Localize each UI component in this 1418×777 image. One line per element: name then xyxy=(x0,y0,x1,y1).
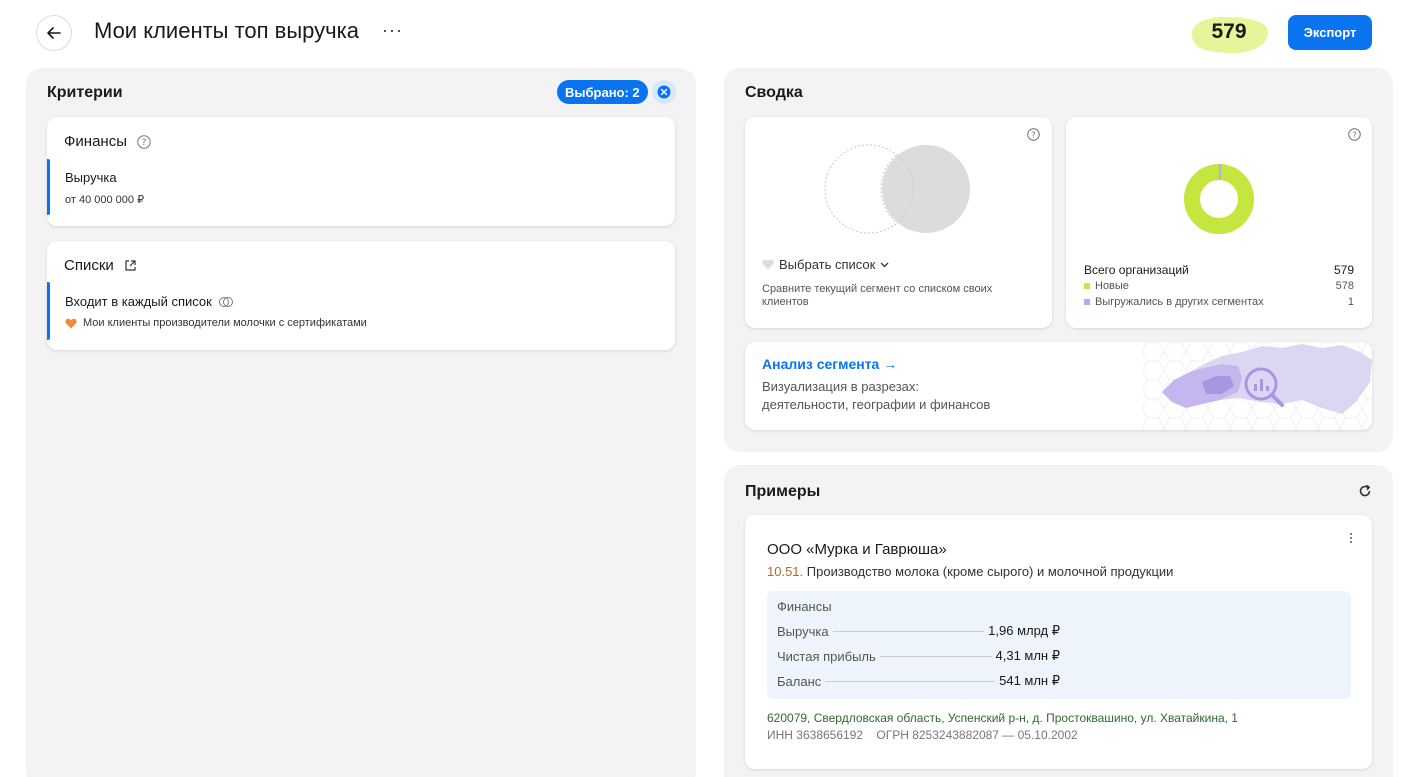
company-card[interactable]: ООО «Мурка и Гаврюша» 10.51. Производств… xyxy=(745,515,1372,769)
criterion-accent-bar xyxy=(47,282,50,340)
criterion-lists-value-text: Мои клиенты производители молочки с серт… xyxy=(83,317,367,329)
help-icon[interactable]: ? xyxy=(1348,128,1361,141)
segment-analysis-line2: деятельности, географии и финансов xyxy=(762,397,991,412)
legend-row-total: Всего организаций 579 xyxy=(1084,263,1354,277)
finance-row-value: 4,31 млн ₽ xyxy=(995,648,1061,663)
finance-row-balance: Баланс 541 млн ₽ xyxy=(777,673,1060,689)
chevron-down-icon xyxy=(880,262,889,267)
arrow-left-icon xyxy=(47,27,61,39)
finance-row-label: Баланс xyxy=(777,673,822,689)
leader-line xyxy=(832,630,985,632)
dot xyxy=(1350,537,1352,539)
organizations-donut-chart xyxy=(1184,164,1254,234)
svg-text:?: ? xyxy=(1352,129,1356,139)
criterion-lists-label-row: Входит в каждый список xyxy=(65,294,234,309)
criterion-finance-header: Финансы ? xyxy=(64,133,151,150)
criterion-finance-title: Финансы xyxy=(64,133,127,150)
finance-row-revenue: Выручка 1,96 млрд ₽ xyxy=(777,623,1060,639)
criteria-title: Критерии xyxy=(47,84,123,101)
segment-analysis-card[interactable]: Анализ сегмента → Визуализация в разреза… xyxy=(745,342,1372,430)
finance-row-net-profit: Чистая прибыль 4,31 млн ₽ xyxy=(777,648,1060,664)
criterion-finance-label: Выручка xyxy=(65,170,117,185)
finance-row-label: Чистая прибыль xyxy=(777,648,876,664)
company-menu-button[interactable] xyxy=(1345,531,1357,545)
finance-row-value: 1,96 млрд ₽ xyxy=(988,623,1060,638)
finance-box-title: Финансы xyxy=(777,599,832,614)
select-list-label: Выбрать список xyxy=(779,257,876,272)
export-button[interactable]: Экспорт xyxy=(1288,15,1372,50)
selected-count-badge[interactable]: Выбрано: 2 xyxy=(557,80,648,104)
new-label: Новые xyxy=(1095,280,1129,292)
company-ids: ИНН 3638656192 ОГРН 8253243882087 — 05.1… xyxy=(767,728,1078,742)
legend-row-new: Новые 578 xyxy=(1084,280,1354,292)
compare-description: Сравните текущий сегмент со списком свои… xyxy=(762,283,993,308)
venn-diagram-icon xyxy=(824,144,970,234)
close-circle-icon xyxy=(657,85,671,99)
criterion-lists-title: Списки xyxy=(64,257,114,274)
company-finance-box: Финансы Выручка 1,96 млрд ₽ Чистая прибы… xyxy=(767,591,1351,699)
criterion-lists-label: Входит в каждый список xyxy=(65,294,212,309)
result-count: 579 xyxy=(1211,20,1247,43)
page-title: Мои клиенты топ выручка xyxy=(94,18,359,43)
leader-line xyxy=(879,655,992,657)
criterion-finance-value-text: от 40 000 000 ₽ xyxy=(65,194,145,206)
company-name[interactable]: ООО «Мурка и Гаврюша» xyxy=(767,541,947,558)
select-list-dropdown[interactable]: Выбрать список xyxy=(762,257,889,272)
criterion-card-lists[interactable]: Списки Входит в каждый список Мои клиент… xyxy=(47,241,675,350)
compare-card[interactable]: ? Выбрать список Сравните текущий сегмен… xyxy=(745,117,1052,328)
total-label: Всего организаций xyxy=(1084,263,1189,277)
finance-row-label: Выручка xyxy=(777,623,829,639)
company-address: 620079, Свердловская область, Успенский … xyxy=(767,711,1238,725)
finance-row-value: 541 млн ₽ xyxy=(999,673,1060,688)
criterion-lists-value: Мои клиенты производители молочки с серт… xyxy=(65,317,367,329)
segment-analysis-line1: Визуализация в разрезах: xyxy=(762,379,919,394)
refresh-icon[interactable] xyxy=(1358,484,1372,498)
legend-swatch-new xyxy=(1084,283,1090,289)
segment-analysis-link[interactable]: Анализ сегмента → xyxy=(762,356,897,372)
intersection-icon xyxy=(218,296,233,307)
summary-title: Сводка xyxy=(745,84,803,101)
okved-code: 10.51. xyxy=(767,564,804,579)
new-value: 578 xyxy=(1335,280,1354,292)
result-count-badge: 579 xyxy=(1186,12,1272,56)
donut-segment-new xyxy=(1184,164,1254,234)
okved-text: Производство молока (кроме сырого) и мол… xyxy=(806,564,1174,579)
leader-line xyxy=(825,680,996,682)
other-value: 1 xyxy=(1347,296,1354,308)
total-value: 579 xyxy=(1333,263,1354,277)
criterion-accent-bar xyxy=(47,159,50,215)
criterion-finance-value: от 40 000 000 ₽ xyxy=(65,193,144,206)
clear-selection-button[interactable] xyxy=(652,80,676,104)
company-okved: 10.51. Производство молока (кроме сырого… xyxy=(767,564,1173,579)
svg-text:?: ? xyxy=(142,138,147,148)
external-link-icon[interactable] xyxy=(124,259,137,272)
help-icon[interactable]: ? xyxy=(137,134,151,149)
organizations-card: ? Всего организаций 579 Новые 578 Выгруж… xyxy=(1066,117,1372,328)
back-button[interactable] xyxy=(36,15,72,51)
help-icon[interactable]: ? xyxy=(1027,128,1040,141)
more-options-button[interactable]: ··· xyxy=(382,20,403,41)
legend-swatch-other xyxy=(1084,299,1090,305)
legend-row-other: Выгружались в других сегментах 1 xyxy=(1084,296,1354,308)
dot xyxy=(1350,533,1352,535)
heart-icon xyxy=(65,318,77,328)
criterion-card-finance[interactable]: Финансы ? Выручка от 40 000 000 ₽ xyxy=(47,117,675,226)
examples-title: Примеры xyxy=(745,483,821,500)
criterion-lists-header: Списки xyxy=(64,257,137,274)
other-label: Выгружались в других сегментах xyxy=(1095,296,1264,308)
dot xyxy=(1350,541,1352,543)
heart-outline-icon xyxy=(762,259,774,270)
svg-text:?: ? xyxy=(1031,129,1035,139)
russia-map-illustration xyxy=(1142,342,1372,430)
